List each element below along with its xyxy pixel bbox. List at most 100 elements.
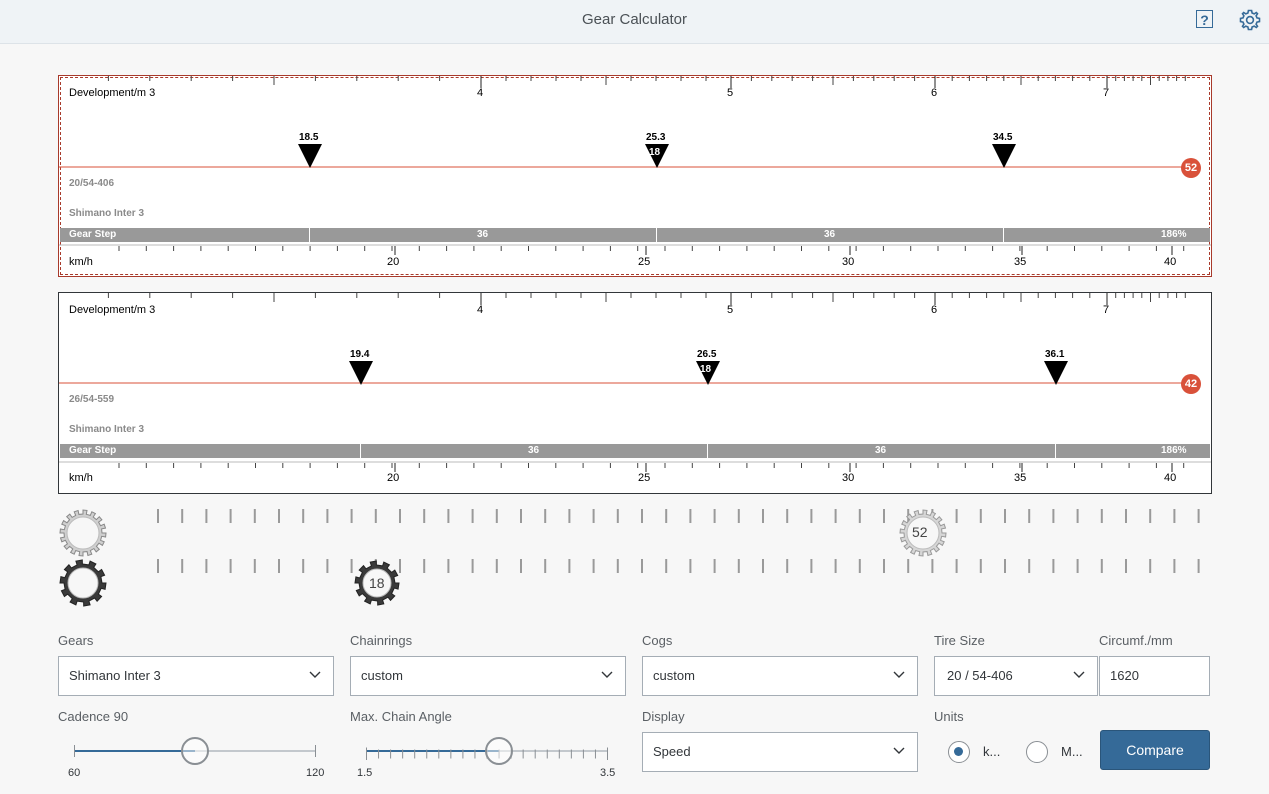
dev-tick-label: 6 <box>931 304 938 316</box>
speed-tick-label: 40 <box>1164 256 1177 268</box>
speed-unit-label: km/h <box>69 256 93 268</box>
chainring-badge[interactable]: 52 <box>1181 158 1201 178</box>
gear-icon <box>1239 9 1261 31</box>
chainrings-select-value: custom <box>361 668 403 683</box>
units-radio-km[interactable] <box>948 741 970 763</box>
speed-tick-label: 25 <box>638 472 651 484</box>
step-divider <box>1003 228 1004 242</box>
tire-size-select-value: 20 / 54-406 <box>947 668 1013 683</box>
gear-value-label: 26.5 <box>697 349 717 360</box>
tire-size-label: Tire Size <box>934 633 985 648</box>
chain-angle-slider[interactable] <box>366 737 608 765</box>
gear-marker <box>298 144 322 168</box>
dev-tick-label: 5 <box>727 304 734 316</box>
gear-range-total: 186% <box>1161 229 1187 240</box>
chevron-down-icon <box>893 671 905 678</box>
display-select[interactable]: Speed <box>642 732 918 772</box>
development-label: Development/m 3 <box>69 87 156 99</box>
gears-select[interactable]: Shimano Inter 3 <box>58 656 334 696</box>
dev-tick-label: 5 <box>727 87 734 99</box>
gear-chart-panel-2[interactable]: Development/m 3 4 5 6 7 19.4 26.5 36.1 1… <box>58 292 1212 494</box>
chain-angle-slider-handle[interactable] <box>485 737 513 765</box>
gears-select-value: Shimano Inter 3 <box>69 668 161 683</box>
speed-tick-label: 35 <box>1014 256 1027 268</box>
speed-tick-label: 20 <box>387 256 400 268</box>
gear-step-label: Gear Step <box>69 445 117 456</box>
gear-step-bar: Gear Step 36 36 186% <box>60 228 1210 242</box>
cadence-slider-handle[interactable] <box>181 737 209 765</box>
gear-step-value: 36 <box>528 445 540 456</box>
gear-value-label: 36.1 <box>1045 349 1065 360</box>
cadence-label: Cadence 90 <box>58 709 129 724</box>
cogs-select[interactable]: custom <box>642 656 918 696</box>
cog-icon <box>59 559 107 607</box>
gear-value-label: 25.3 <box>646 132 666 143</box>
gear-step-value: 36 <box>477 229 489 240</box>
cog-teeth-label: 18 <box>369 575 385 591</box>
help-button[interactable]: ? <box>1196 10 1213 28</box>
display-label: Display <box>642 709 685 724</box>
chainrings-label: Chainrings <box>350 633 413 648</box>
development-label: Development/m 3 <box>69 304 156 316</box>
dev-tick-label: 7 <box>1103 87 1110 99</box>
step-divider <box>360 444 361 458</box>
radio-selected-dot <box>954 747 963 756</box>
units-radio-mi[interactable] <box>1026 741 1048 763</box>
dev-tick-label: 7 <box>1103 304 1110 316</box>
gear-value-label: 19.4 <box>350 349 370 360</box>
scale-ticks <box>59 76 1211 255</box>
circumference-label: Circumf./mm <box>1099 633 1173 648</box>
units-label: Units <box>934 709 964 724</box>
chevron-down-icon <box>601 671 613 678</box>
compare-button[interactable]: Compare <box>1100 730 1210 770</box>
cadence-min-label: 60 <box>68 767 81 779</box>
step-divider <box>656 228 657 242</box>
speed-tick-label: 30 <box>842 472 855 484</box>
chain-angle-max-label: 3.5 <box>600 767 616 779</box>
dev-tick-label: 4 <box>477 87 484 99</box>
gear-marker <box>1044 361 1068 385</box>
cog-badge: 18 <box>700 364 712 375</box>
speed-tick-label: 35 <box>1014 472 1027 484</box>
chain-angle-min-label: 1.5 <box>357 767 373 779</box>
cog-badge: 18 <box>649 147 661 158</box>
chevron-down-icon <box>309 671 321 678</box>
step-divider <box>309 228 310 242</box>
gear-step-label: Gear Step <box>69 229 117 240</box>
settings-button[interactable] <box>1238 8 1262 32</box>
chain-angle-label: Max. Chain Angle <box>350 709 452 724</box>
speed-unit-label: km/h <box>69 472 93 484</box>
chainring-badge[interactable]: 42 <box>1181 374 1201 394</box>
chevron-down-icon <box>1073 671 1085 678</box>
gear-marker <box>992 144 1016 168</box>
speed-tick-label: 25 <box>638 256 651 268</box>
cogs-select-value: custom <box>653 668 695 683</box>
step-divider <box>1055 444 1056 458</box>
circumference-input[interactable]: 1620 <box>1099 656 1210 696</box>
chainrings-select[interactable]: custom <box>350 656 626 696</box>
gear-step-value: 36 <box>824 229 836 240</box>
cadence-max-label: 120 <box>306 767 325 779</box>
chevron-down-icon <box>893 747 905 754</box>
speed-tick-label: 30 <box>842 256 855 268</box>
cadence-slider[interactable] <box>74 737 316 765</box>
gear-marker <box>349 361 373 385</box>
units-mi-label[interactable]: M... <box>1061 744 1083 759</box>
speed-tick-label: 20 <box>387 472 400 484</box>
gear-chart-panel-1[interactable]: Development/m 3 4 5 6 7 18.5 25.3 34.5 1… <box>58 75 1212 277</box>
gears-label: Gears <box>58 633 94 648</box>
gear-value-label: 18.5 <box>299 132 319 143</box>
gear-value-label: 34.5 <box>993 132 1013 143</box>
tire-size-select[interactable]: 20 / 54-406 <box>934 656 1098 696</box>
scale-ticks <box>59 293 1211 472</box>
hub-label: Shimano Inter 3 <box>69 424 145 435</box>
drivetrain-view <box>59 509 1200 607</box>
dev-tick-label: 4 <box>477 304 484 316</box>
units-km-label[interactable]: k... <box>983 744 1000 759</box>
dev-tick-label: 6 <box>931 87 938 99</box>
gear-step-value: 36 <box>875 445 887 456</box>
tire-label: 20/54-406 <box>69 178 115 189</box>
hub-label: Shimano Inter 3 <box>69 208 145 219</box>
tire-label: 26/54-559 <box>69 394 115 405</box>
chainring-teeth-label: 52 <box>912 524 928 540</box>
